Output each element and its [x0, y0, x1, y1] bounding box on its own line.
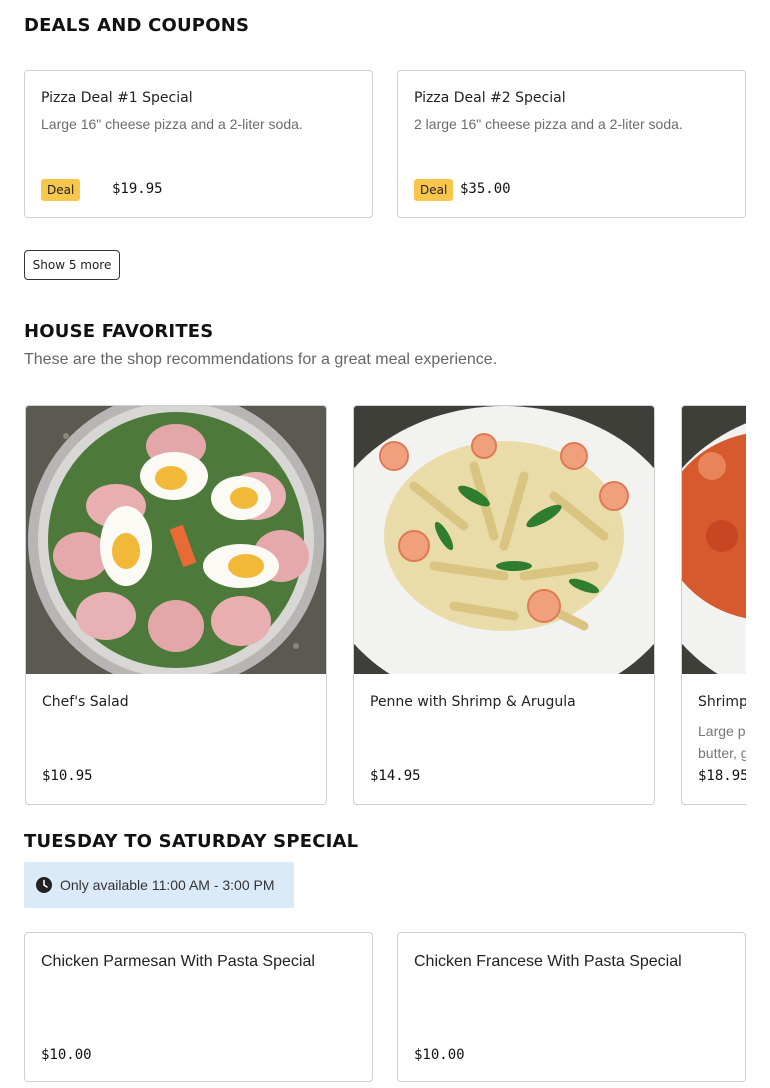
penne-shrimp-image: [354, 406, 654, 674]
favorites-subtitle: These are the shop recommendations for a…: [24, 351, 498, 368]
deal-card-1[interactable]: Pizza Deal #1 Special Large 16" cheese p…: [24, 70, 373, 218]
favorite-card-chefs-salad[interactable]: Chef's Salad $10.95: [25, 405, 327, 805]
favorite-description-line: butter, g: [698, 745, 746, 761]
favorites-section-title: HOUSE FAVORITES: [24, 321, 214, 342]
favorite-title: Shrimp: [698, 694, 746, 710]
special-price: $10.00: [41, 1047, 92, 1063]
special-section-title: TUESDAY TO SATURDAY SPECIAL: [24, 831, 359, 852]
chefs-salad-image: [26, 406, 326, 674]
deal-card-2[interactable]: Pizza Deal #2 Special 2 large 16" cheese…: [397, 70, 746, 218]
deal-price: $35.00: [460, 181, 511, 197]
show-more-deals-button[interactable]: Show 5 more: [24, 250, 120, 280]
special-card-chicken-parmesan[interactable]: Chicken Parmesan With Pasta Special $10.…: [24, 932, 373, 1082]
favorite-card-penne-shrimp[interactable]: Penne with Shrimp & Arugula $14.95: [353, 405, 655, 805]
favorite-title: Penne with Shrimp & Arugula: [370, 694, 576, 710]
deals-section-title: DEALS AND COUPONS: [24, 15, 250, 36]
deal-description: Large 16" cheese pizza and a 2-liter sod…: [41, 116, 303, 132]
availability-banner: Only available 11:00 AM - 3:00 PM: [24, 862, 294, 908]
favorite-price: $18.95: [698, 768, 746, 784]
shrimp-dish-image: [682, 406, 746, 674]
favorite-description: Large p butter, g: [698, 720, 746, 764]
favorite-title: Chef's Salad: [42, 694, 129, 710]
deal-badge: Deal: [414, 179, 454, 201]
deal-description: 2 large 16" cheese pizza and a 2-liter s…: [414, 116, 683, 132]
deal-price: $19.95: [112, 181, 163, 197]
favorite-description-line: Large p: [698, 723, 746, 739]
deal-badge: Deal: [41, 179, 81, 201]
availability-text: Only available 11:00 AM - 3:00 PM: [60, 877, 275, 893]
special-price: $10.00: [414, 1047, 465, 1063]
favorite-card-shrimp[interactable]: Shrimp Large p butter, g $18.95: [681, 405, 746, 805]
deal-title: Pizza Deal #2 Special: [414, 90, 566, 106]
favorite-price: $10.95: [42, 768, 93, 784]
favorites-carousel[interactable]: Chef's Salad $10.95 Penne with Shrimp & …: [24, 405, 746, 805]
special-title: Chicken Parmesan With Pasta Special: [41, 953, 315, 970]
clock-icon: [36, 877, 52, 893]
special-title: Chicken Francese With Pasta Special: [414, 953, 682, 970]
special-card-chicken-francese[interactable]: Chicken Francese With Pasta Special $10.…: [397, 932, 746, 1082]
deal-title: Pizza Deal #1 Special: [41, 90, 193, 106]
favorite-price: $14.95: [370, 768, 421, 784]
